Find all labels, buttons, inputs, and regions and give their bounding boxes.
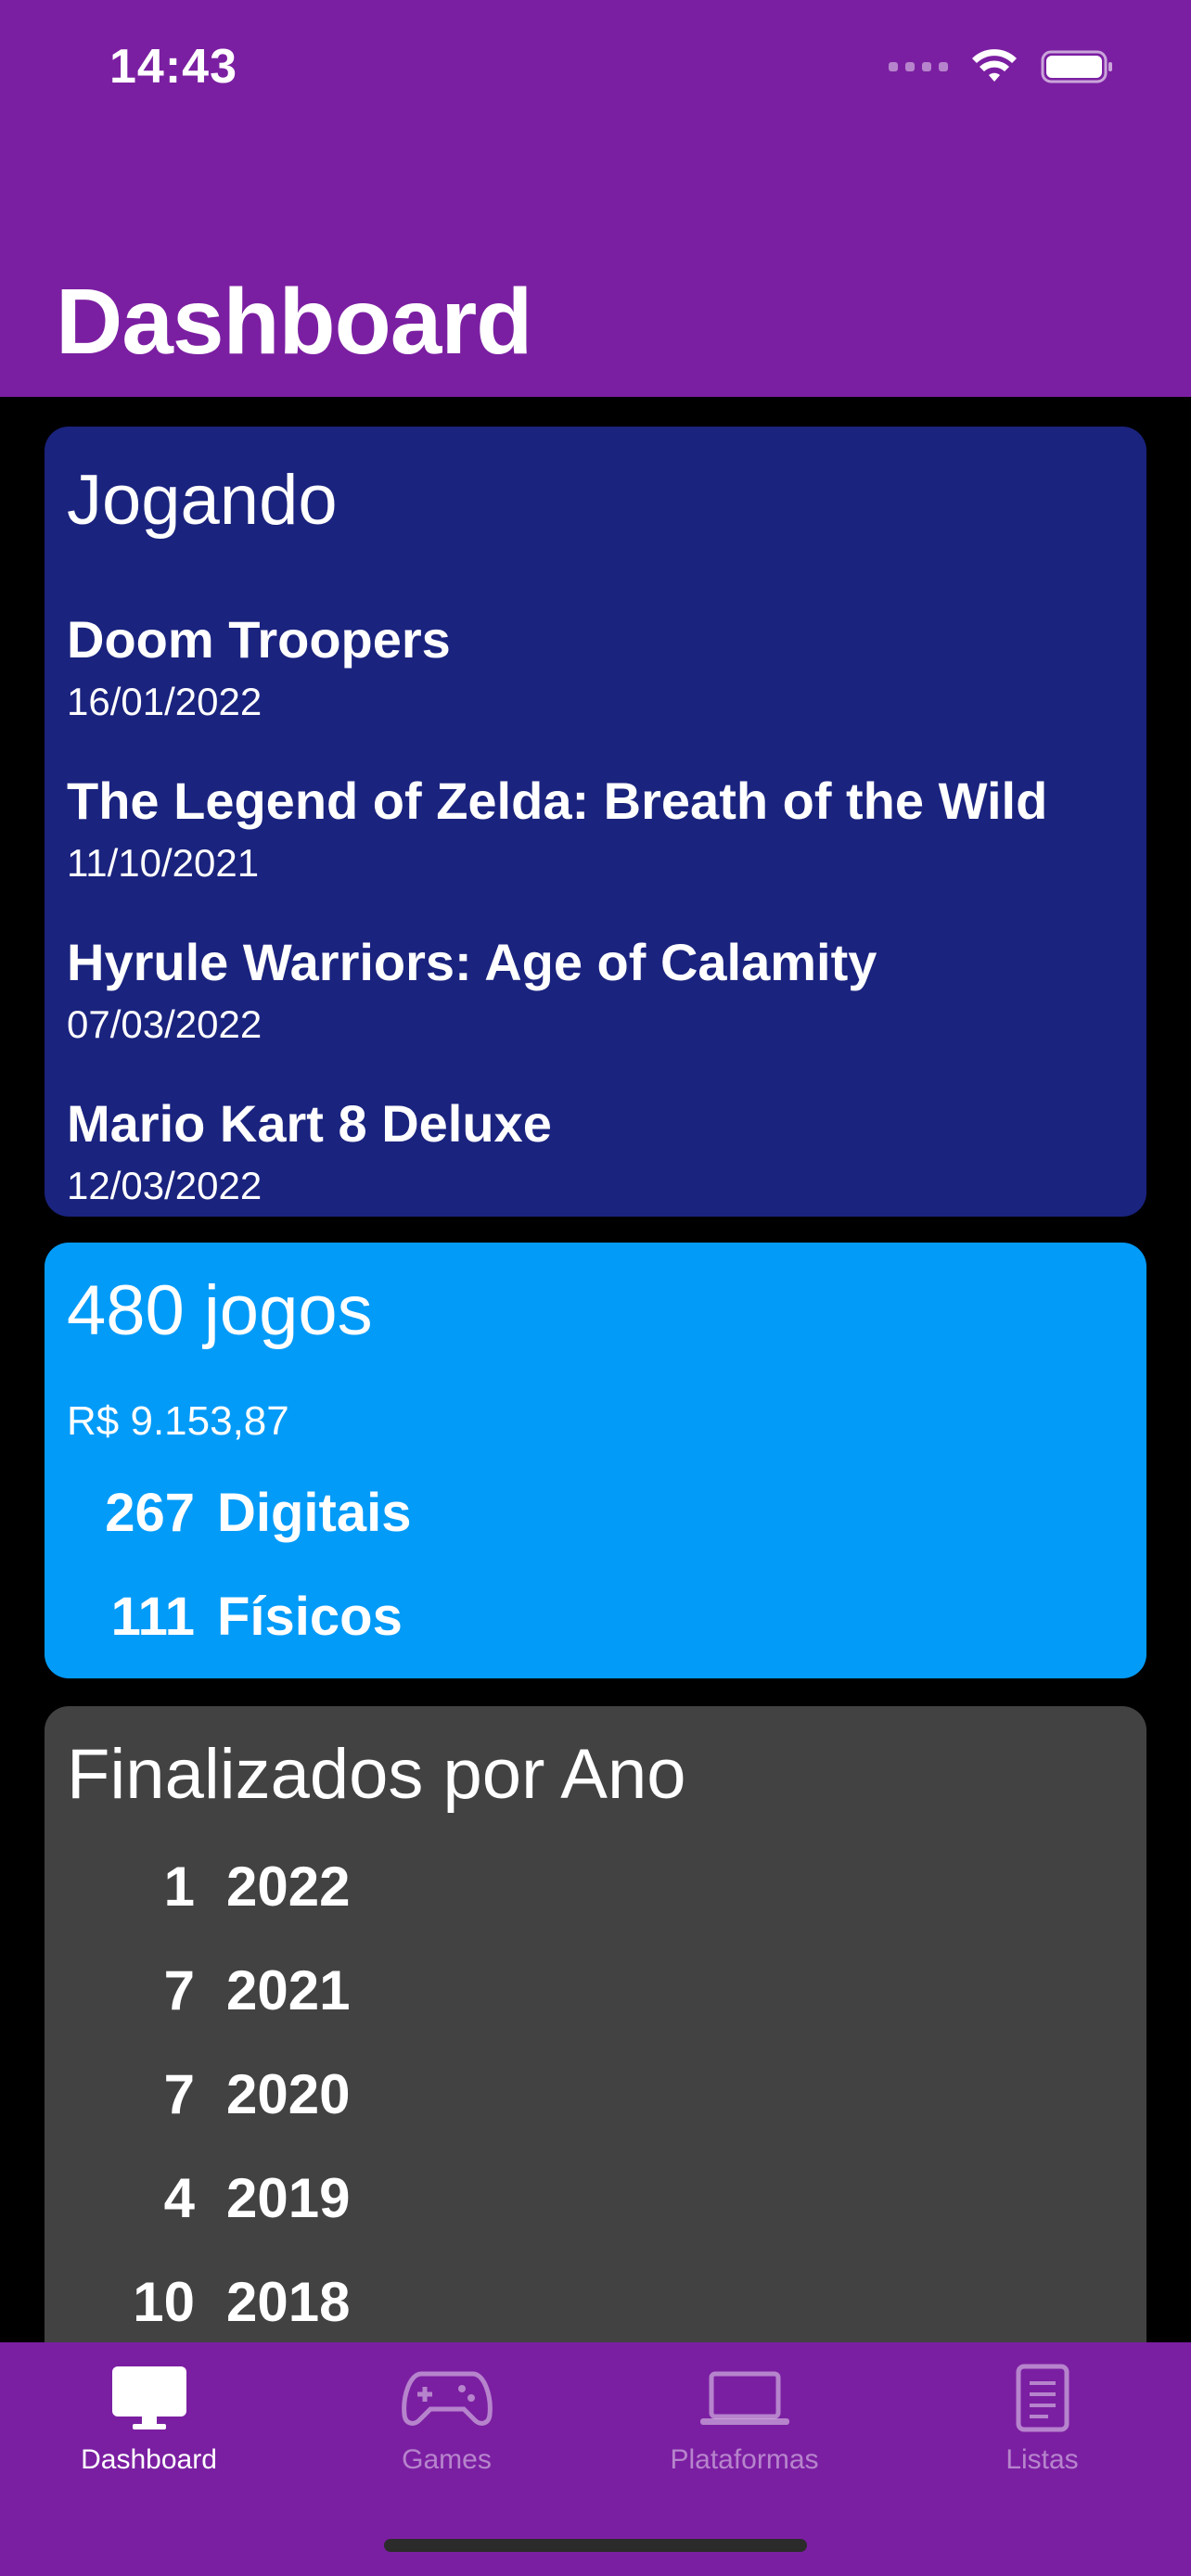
year-count: 1 — [163, 1855, 195, 1918]
stat-row-physical: 111 Físicos — [67, 1586, 403, 1648]
tab-label: Listas — [1005, 2444, 1079, 2475]
finished-by-year-title: Finalizados por Ano — [67, 1735, 686, 1814]
year-count: 4 — [163, 2167, 195, 2229]
signal-icon — [889, 62, 948, 71]
game-list-item[interactable]: Hyrule Warriors: Age of Calamity 07/03/2… — [67, 937, 877, 1044]
year-row: 1 2022 — [67, 1855, 351, 1919]
total-games-title: 480 jogos — [67, 1271, 373, 1350]
game-date: 12/03/2022 — [67, 1164, 263, 1207]
year-row: 4 2019 — [67, 2166, 351, 2230]
status-icons — [889, 48, 1115, 85]
tab-plataformas[interactable]: Plataformas — [596, 2361, 893, 2476]
year-row: 10 2018 — [67, 2270, 350, 2334]
home-indicator[interactable] — [384, 2539, 807, 2552]
game-list-item[interactable]: The Legend of Zelda: Breath of the Wild … — [67, 775, 1047, 883]
year-row: 7 2021 — [67, 1958, 351, 2022]
game-list-item[interactable]: Doom Troopers 16/01/2022 — [67, 614, 451, 721]
finished-by-year-card[interactable]: Finalizados por Ano 1 2022 7 2021 7 2020… — [45, 1706, 1146, 2411]
year-label: 2018 — [226, 2271, 351, 2333]
stat-count: 267 — [105, 1483, 195, 1543]
game-date: 07/03/2022 — [67, 1002, 263, 1046]
game-name: Hyrule Warriors: Age of Calamity — [67, 933, 877, 991]
tab-listas[interactable]: Listas — [893, 2361, 1191, 2476]
stat-label: Digitais — [217, 1483, 412, 1543]
game-date: 11/10/2021 — [67, 841, 260, 885]
app-screen: 14:43 Dashboard Jogando Doom Troopers 16… — [0, 0, 1191, 2576]
playing-card[interactable]: Jogando Doom Troopers 16/01/2022 The Leg… — [45, 427, 1146, 1217]
tab-games[interactable]: Games — [298, 2361, 596, 2476]
year-label: 2021 — [226, 1959, 351, 2021]
game-name: The Legend of Zelda: Breath of the Wild — [67, 772, 1048, 830]
year-label: 2022 — [226, 1855, 351, 1918]
game-list-item[interactable]: Mario Kart 8 Deluxe 12/03/2022 — [67, 1098, 552, 1205]
year-count: 10 — [133, 2271, 195, 2333]
stat-row-digital: 267 Digitais — [67, 1482, 412, 1544]
list-icon — [1015, 2361, 1070, 2435]
desktop-icon — [110, 2361, 188, 2435]
tab-dashboard[interactable]: Dashboard — [0, 2361, 298, 2476]
collection-stats-card[interactable]: 480 jogos R$ 9.153,87 267 Digitais 111 F… — [45, 1243, 1146, 1678]
page-title: Dashboard — [56, 270, 532, 374]
gamepad-icon — [401, 2361, 493, 2435]
stat-label: Físicos — [217, 1587, 403, 1647]
battery-icon — [1041, 50, 1112, 83]
status-time: 14:43 — [109, 40, 237, 94]
year-label: 2020 — [226, 2063, 351, 2125]
year-label: 2019 — [226, 2167, 351, 2229]
tab-label: Games — [402, 2444, 492, 2475]
tab-label: Plataformas — [670, 2444, 819, 2475]
year-count: 7 — [163, 1959, 195, 2021]
laptop-icon — [698, 2361, 791, 2435]
game-name: Mario Kart 8 Deluxe — [67, 1094, 552, 1153]
game-name: Doom Troopers — [67, 610, 451, 669]
year-row: 7 2020 — [67, 2062, 351, 2126]
wifi-icon — [972, 49, 1017, 82]
year-count: 7 — [163, 2063, 195, 2125]
tab-label: Dashboard — [81, 2444, 217, 2475]
game-date: 16/01/2022 — [67, 680, 263, 723]
playing-card-title: Jogando — [67, 461, 338, 540]
collection-value: R$ 9.153,87 — [67, 1398, 289, 1444]
navigation-header: 14:43 Dashboard — [0, 0, 1191, 397]
stat-count: 111 — [110, 1587, 195, 1647]
